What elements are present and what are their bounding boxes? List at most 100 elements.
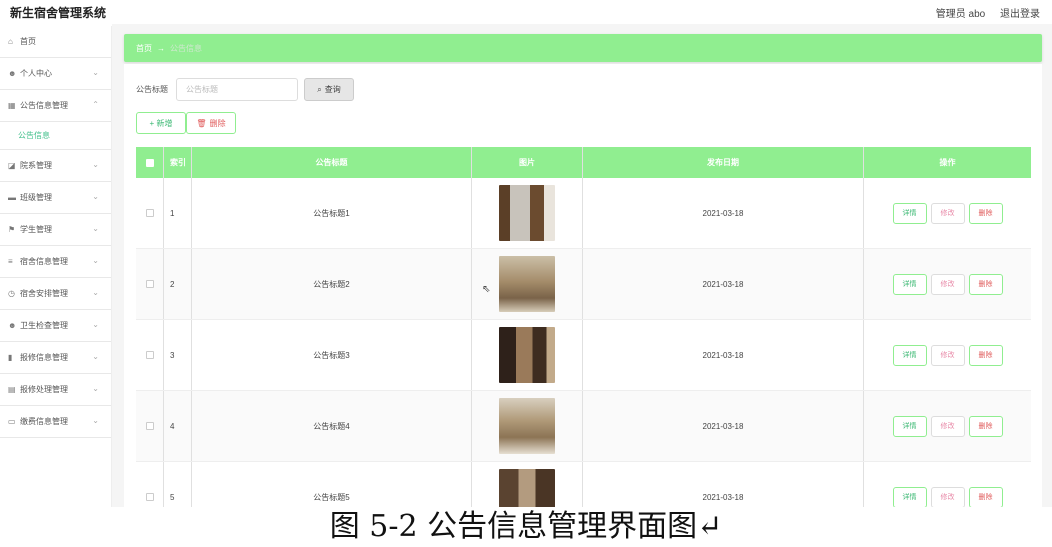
table-row: 4 公告标题4 2021-03-18 详情 修改 删除 [136,391,1031,462]
top-bar: 新生宿舍管理系统 管理员 abo 退出登录 [0,0,1052,24]
row-delete-button[interactable]: 删除 [968,415,1003,437]
app-screen: 新生宿舍管理系统 管理员 abo 退出登录 ⌂ 首页 ☻ 个人中心 ⌄ ▦ 公告… [0,0,1052,507]
row-image[interactable] [499,185,555,241]
chevron-down-icon: ⌄ [92,160,99,169]
add-button[interactable]: + 新增 [136,112,186,134]
sidebar-item-department[interactable]: ◪ 院系管理 ⌄ [0,150,111,182]
top-right-area: 管理员 abo 退出登录 [924,5,1040,20]
row-index: 1 [164,178,192,248]
chevron-down-icon: ⌄ [92,256,99,265]
row-checkbox[interactable] [145,351,154,359]
row-image[interactable] [499,469,555,507]
sidebar-item-label: 报修处理管理 [20,385,68,394]
row-image[interactable] [499,256,555,312]
row-date: 2021-03-18 [583,178,864,248]
row-title: 公告标题4 [192,391,472,461]
row-delete-button[interactable]: 删除 [968,486,1003,507]
detail-button[interactable]: 详情 [892,415,927,437]
sidebar-item-label: 报修信息管理 [20,353,68,362]
edit-button[interactable]: 修改 [930,415,965,437]
header-ops: 操作 [939,158,956,167]
sidebar-item-profile[interactable]: ☻ 个人中心 ⌄ [0,58,111,90]
row-checkbox[interactable] [145,280,154,288]
detail-button[interactable]: 详情 [892,486,927,507]
chevron-up-icon: ⌃ [92,100,99,109]
card-icon: ▬ [8,193,16,202]
sidebar-item-repair-info[interactable]: ▮ 报修信息管理 ⌄ [0,342,111,374]
row-delete-button[interactable]: 删除 [968,202,1003,224]
sidebar-item-label: 学生管理 [20,225,52,234]
sidebar-item-label: 缴费信息管理 [20,417,68,426]
edit-button[interactable]: 修改 [930,344,965,366]
breadcrumb-home[interactable]: 首页 [136,43,152,54]
header-image[interactable]: 图片 [472,147,583,178]
row-date: 2021-03-18 [583,391,864,461]
sidebar-item-payment[interactable]: ▭ 缴费信息管理 ⌄ [0,406,111,438]
row-index: 4 [164,391,192,461]
message-icon: ▭ [8,417,16,426]
edit-button[interactable]: 修改 [930,273,965,295]
sidebar-item-repair-process[interactable]: ▤ 报修处理管理 ⌄ [0,374,111,406]
figure-caption: 图 5-2 公告信息管理界面图↵ [329,509,723,544]
sidebar: ⌂ 首页 ☻ 个人中心 ⌄ ▦ 公告信息管理 ⌃ 公告信息 ◪ 院系管理 ⌄ ▬… [0,26,112,507]
app-title: 新生宿舍管理系统 [10,6,107,20]
logout-link[interactable]: 退出登录 [1000,9,1040,20]
person-icon: ☻ [8,321,17,330]
breadcrumb-arrow-icon: → [157,43,165,53]
delete-button-label: 删除 [209,118,226,128]
chevron-down-icon: ⌄ [92,68,99,77]
chevron-down-icon: ⌄ [92,288,99,297]
row-delete-button[interactable]: 删除 [968,344,1003,366]
header-date[interactable]: 发布日期 [583,147,864,178]
edit-button[interactable]: 修改 [930,202,965,224]
sidebar-item-dorm-info[interactable]: ≡ 宿舍信息管理 ⌄ [0,246,111,278]
flag-icon: ⚑ [8,225,16,234]
row-checkbox[interactable] [145,493,154,501]
sidebar-item-dorm-assign[interactable]: ◷ 宿舍安排管理 ⌄ [0,278,111,310]
bar-chart-icon: ▮ [8,353,13,362]
detail-button[interactable]: 详情 [892,202,927,224]
sidebar-item-label: 班级管理 [20,193,52,202]
row-image[interactable] [499,327,555,383]
sidebar-item-notice-mgmt[interactable]: ▦ 公告信息管理 ⌃ [0,90,111,122]
search-label: 公告标题 [136,85,168,94]
action-row: + 新增 🗑 删除 [136,112,236,134]
row-title: 公告标题5 [192,462,472,507]
header-title[interactable]: 公告标题 [192,147,472,178]
notice-table: 索引 公告标题 图片 发布日期 操作 1 公告标题1 2021-03-18 详情… [136,147,1031,507]
chevron-down-icon: ⌄ [92,224,99,233]
delete-button[interactable]: 🗑 删除 [186,112,236,134]
row-index: 2 [164,249,192,319]
home-icon: ⌂ [8,37,13,46]
sidebar-item-class[interactable]: ▬ 班级管理 ⌄ [0,182,111,214]
row-date: 2021-03-18 [583,320,864,390]
row-image[interactable] [499,398,555,454]
row-checkbox[interactable] [145,422,154,430]
table-row: 1 公告标题1 2021-03-18 详情 修改 删除 [136,178,1031,249]
sidebar-item-student[interactable]: ⚑ 学生管理 ⌄ [0,214,111,246]
row-index: 3 [164,320,192,390]
row-checkbox[interactable] [145,209,154,217]
edit-button[interactable]: 修改 [930,486,965,507]
sidebar-item-label: 院系管理 [20,161,52,170]
chevron-down-icon: ⌄ [92,320,99,329]
sidebar-subitem-notice[interactable]: 公告信息 [0,122,111,150]
search-input[interactable]: 公告标题 [176,78,298,101]
header-index: 索引 [164,147,192,178]
row-date: 2021-03-18 [583,249,864,319]
row-delete-button[interactable]: 删除 [968,273,1003,295]
chart-icon: ◪ [8,161,16,170]
detail-button[interactable]: 详情 [892,344,927,366]
chevron-down-icon: ⌄ [92,192,99,201]
chevron-down-icon: ⌄ [92,416,99,425]
chevron-down-icon: ⌄ [92,384,99,393]
detail-button[interactable]: 详情 [892,273,927,295]
user-icon: ☻ [8,69,17,78]
search-button[interactable]: ⌕ 查询 [304,78,354,101]
select-all-checkbox[interactable] [136,147,164,178]
sidebar-item-label: 卫生检查管理 [20,321,68,330]
sidebar-item-home[interactable]: ⌂ 首页 [0,26,111,58]
breadcrumb-current: 公告信息 [170,43,202,53]
sidebar-item-hygiene[interactable]: ☻ 卫生检查管理 ⌄ [0,310,111,342]
mouse-cursor-icon: ⇖ [482,284,491,295]
